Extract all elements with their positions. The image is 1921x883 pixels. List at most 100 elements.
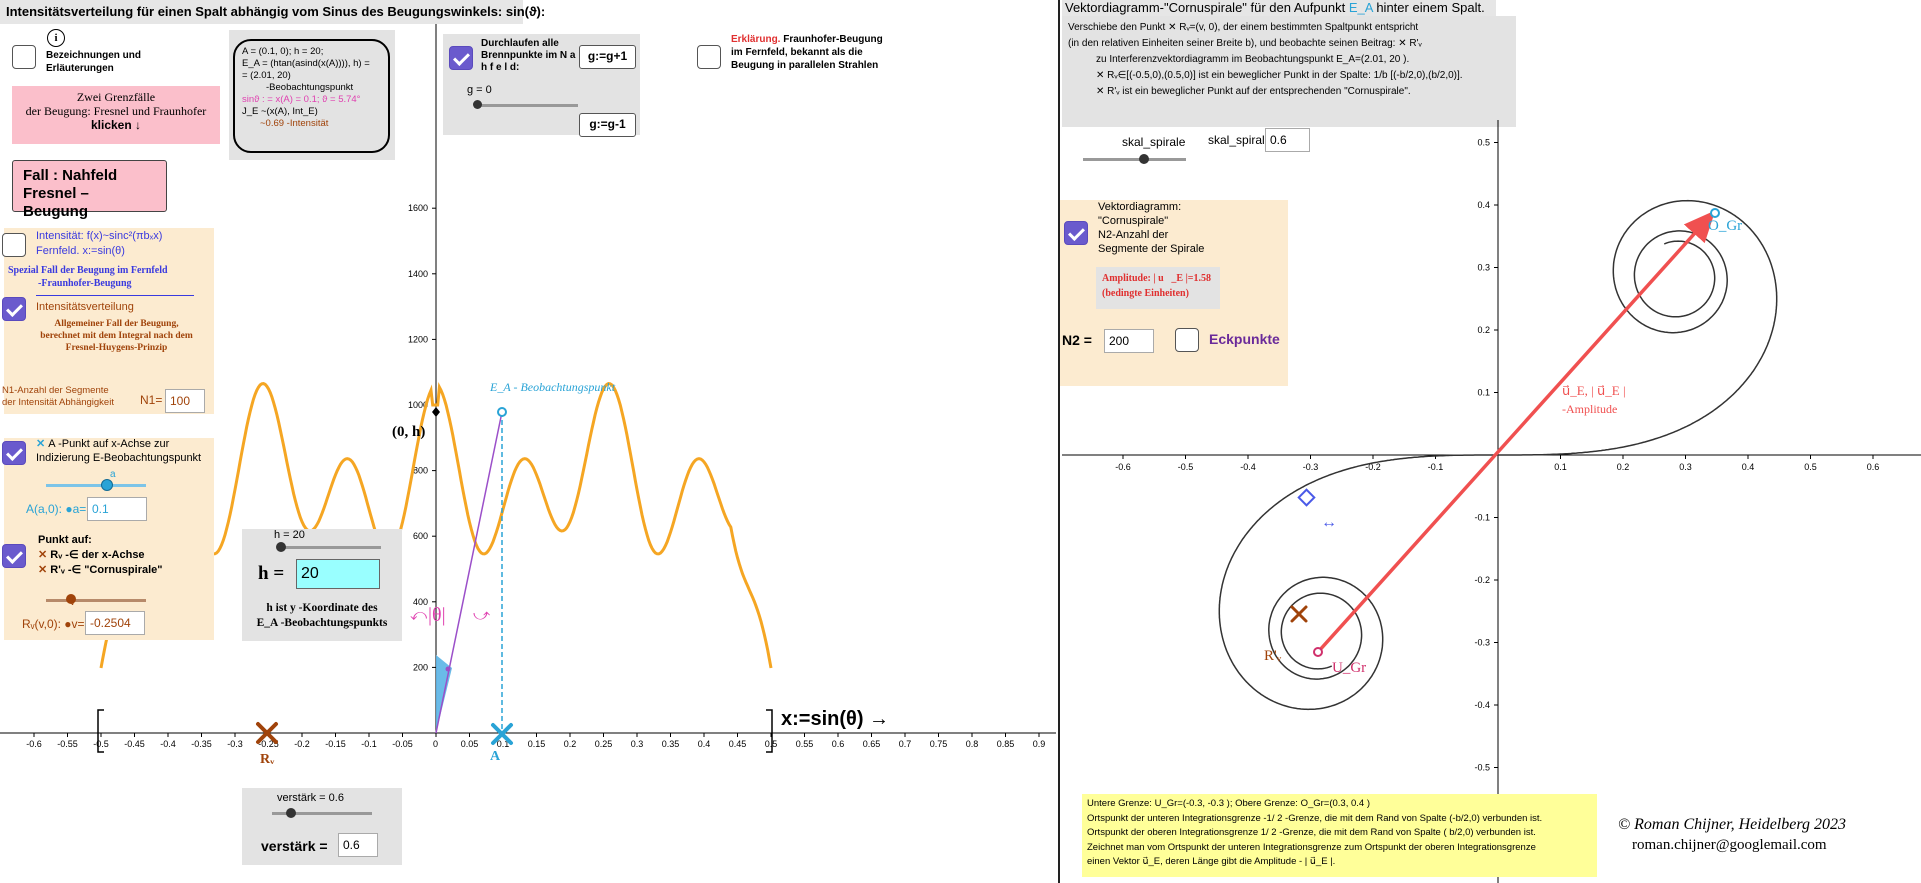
two-cases-box[interactable]: Zwei Grenzfälle der Beugung: Fresnel und… [12,86,220,144]
rv-prime-cross[interactable] [1290,605,1308,623]
h-slider-knob[interactable] [276,542,286,552]
right-y-tick-label: -0.3 [1474,638,1490,648]
ugr-point[interactable] [1313,647,1323,657]
case-line2: Fresnel – Beugung [23,185,89,220]
a-checkbox[interactable] [2,441,26,465]
x-tick-label: -0.05 [392,739,413,749]
brenn-checkbox[interactable] [449,46,473,70]
distribution-checkbox[interactable] [2,297,26,321]
two-cases-line3: klicken ↓ [90,118,142,132]
a-axis-label: A [490,749,501,764]
x-tick-label: 0 [433,739,438,749]
amplitude-line2: (bedingte Einheiten) [1102,288,1189,299]
info-icon[interactable]: i [47,29,65,47]
right-x-tick-label: 0.4 [1742,462,1755,472]
right-x-tick-label: 0.2 [1617,462,1630,472]
h-slider-label: h = 20 [274,529,305,541]
cornu-graph[interactable]: -0.6 -0.5 -0.4 -0.3 -0.2 -0.1 0.1 0.2 0.3 0.4 0.5 0… [1060,0,1921,883]
v-slider-track[interactable] [46,599,146,602]
x-tick-label: 0.15 [528,739,546,749]
case-box[interactable]: Fall : Nahfeld Fresnel – Beugung [12,160,167,220]
general-line3: Fresnel-Huygens-Prinzip [65,343,168,353]
explanation-lead: Erklärung. [731,34,781,45]
n1-prefix: N1= [140,393,163,407]
x-tick-label: -0.2 [294,739,310,749]
x-tick-label: 0.2 [564,739,577,749]
h-desc-line2: E_A -Beobachtungspunkts [256,617,388,629]
g-plus-button[interactable]: g:=g+1 [579,45,636,69]
x-tick-label: 0.5 [765,739,778,749]
v-input[interactable]: -0.2504 [85,611,145,635]
x-tick-label: 0.85 [997,739,1015,749]
eckpunkte-label: Eckpunkte [1209,331,1280,347]
a-slider-track[interactable] [46,484,146,487]
y-tick-label: 1200 [408,334,428,344]
limits-info-panel: Untere Grenze: U_Gr=(-0.3, -0.3 ); Obere… [1082,794,1597,877]
intensity-line1: Intensität: f(x)~sinc²(πbₓx) [36,230,163,242]
theta-arc-right: ⤻ [473,607,490,624]
distribution-label: Intensitätsverteilung [36,301,134,313]
verstaerk-slider-knob[interactable] [286,808,296,818]
vector-panel-line3: N2-Anzahl der [1098,229,1169,241]
x-axis-label: x:=sin(θ) → [781,708,890,730]
punkt-checkbox[interactable] [2,544,26,568]
ea-point[interactable] [497,407,507,417]
x-tick-label: 0.55 [796,739,814,749]
a-input[interactable]: 0.1 [87,497,147,521]
n1-input[interactable]: 100 [165,389,205,413]
labels-checkbox[interactable] [12,45,36,69]
x-tick-label: -0.15 [325,739,346,749]
vector-panel-line2: "Cornuspirale" [1098,215,1169,227]
x-tick-label: 0.65 [863,739,881,749]
v-slider-knob[interactable] [66,594,76,604]
observation-ray [435,411,503,734]
limits-line4: Zeichnet man vom Ortspunkt der unteren I… [1087,841,1536,853]
a-line1-wrap: ✕ A -Punkt auf x-Achse zur [36,438,170,450]
right-x-tick-label: -0.3 [1303,462,1319,472]
special-case-text: Spezial Fall der Beugung im Fernfeld -Fr… [8,264,168,290]
x-tick-label: 0.35 [662,739,680,749]
two-cases-line1: Zwei Grenzfälle [76,90,156,104]
ogr-point[interactable] [1710,208,1720,218]
n1-label-line1: N1-Anzahl der Segmente [2,385,109,396]
x-tick-label: 0.75 [930,739,948,749]
x-tick-label: 0.3 [631,739,644,749]
x-tick-label: 0.45 [729,739,747,749]
g-slider-knob[interactable] [473,100,482,109]
x-tick-label: -0.3 [227,739,243,749]
h-slider-track[interactable] [278,546,381,549]
a-line1: A -Punkt auf x-Achse zur [48,438,170,450]
y-tick-label: 800 [413,466,428,476]
x-tick-label: 0.6 [832,739,845,749]
rv1-text: Rᵥ -∈ der x-Achse [50,549,145,561]
h-label: h = [258,563,285,584]
blue-diamond[interactable] [1297,488,1316,507]
h-input[interactable]: 20 [296,559,380,589]
fernfeld-checkbox[interactable] [2,233,26,257]
x-tick-label: -0.5 [93,739,109,749]
two-cases-line2: der Beugung: Fresnel und Fraunhofer [25,104,207,118]
a-field-label: A(a,0): ●a= [26,502,87,516]
info-line1: A = (0.1, 0); h = 20; [242,46,324,57]
explanation-checkbox[interactable] [697,45,721,69]
right-x-tick-label: 0.1 [1554,462,1567,472]
special-line1: Spezial Fall der Beugung im Fernfeld [8,265,168,276]
vector-panel-line1: Vektordiagramm: [1098,201,1182,213]
right-y-tick-label: -0.5 [1474,763,1490,773]
eckpunkte-checkbox[interactable] [1175,328,1199,352]
h-desc-line1: h ist y -Koordinate des [266,602,378,614]
x-tick-label: -0.6 [26,739,42,749]
cornu-checkbox[interactable] [1064,221,1088,245]
right-x-tick-label: -0.4 [1240,462,1256,472]
g-slider-track[interactable] [476,104,578,107]
g-minus-button[interactable]: g:=g-1 [579,113,636,137]
verstaerk-input[interactable]: 0.6 [338,833,378,857]
case-line1: Fall : Nahfeld [23,167,118,184]
x-tick-label: 0.05 [461,739,479,749]
general-case-text: Allgemeiner Fall der Beugung, berechnet … [24,318,209,354]
n2-input[interactable]: 200 [1104,329,1154,353]
a-slider-knob[interactable] [101,479,113,491]
punkt-text: Punkt auf: ✕ Rᵥ -∈ der x-Achse ✕ R'ᵥ -∈ … [38,533,162,578]
oh-label: (0, h) [392,424,426,440]
info-line2: E_A = (htan(asind(x(A)))), h) = [242,58,370,69]
